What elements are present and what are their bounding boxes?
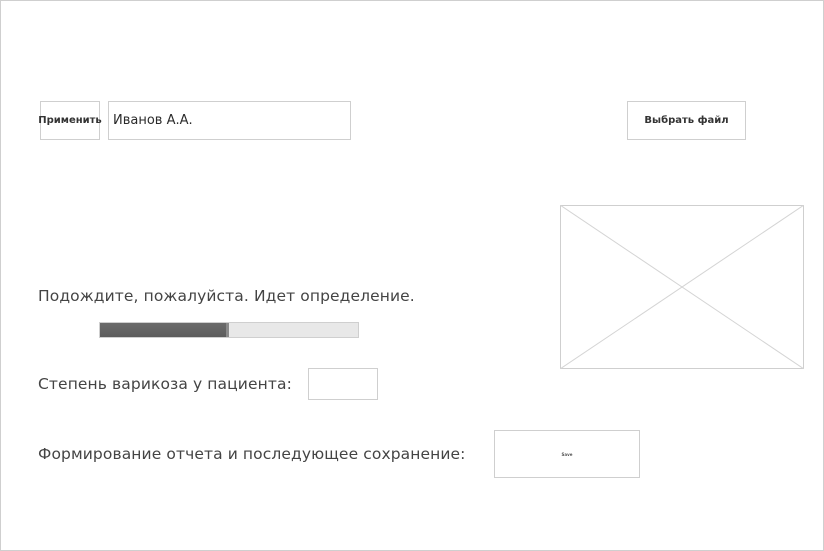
patient-name-value: Иванов А.А. [113,113,193,128]
waiting-status-text: Подождите, пожалуйста. Идет определение. [38,287,415,305]
patient-name-field[interactable]: Иванов А.А. [108,101,351,140]
report-generation-label: Формирование отчета и последующее сохран… [38,445,466,463]
apply-button[interactable]: Применить [38,101,102,140]
varicose-degree-field[interactable] [308,368,378,400]
varicose-degree-label: Степень варикоза у пациента: [38,375,292,393]
save-report-button-label: Save [561,451,573,457]
progress-bar [99,322,359,338]
image-placeholder [560,205,804,369]
save-report-button[interactable]: Save [494,430,640,478]
progress-bar-fill [100,323,229,337]
choose-file-label: Выбрать файл [644,115,729,126]
apply-button-label: Применить [38,115,102,126]
choose-file-button[interactable]: Выбрать файл [627,101,746,140]
